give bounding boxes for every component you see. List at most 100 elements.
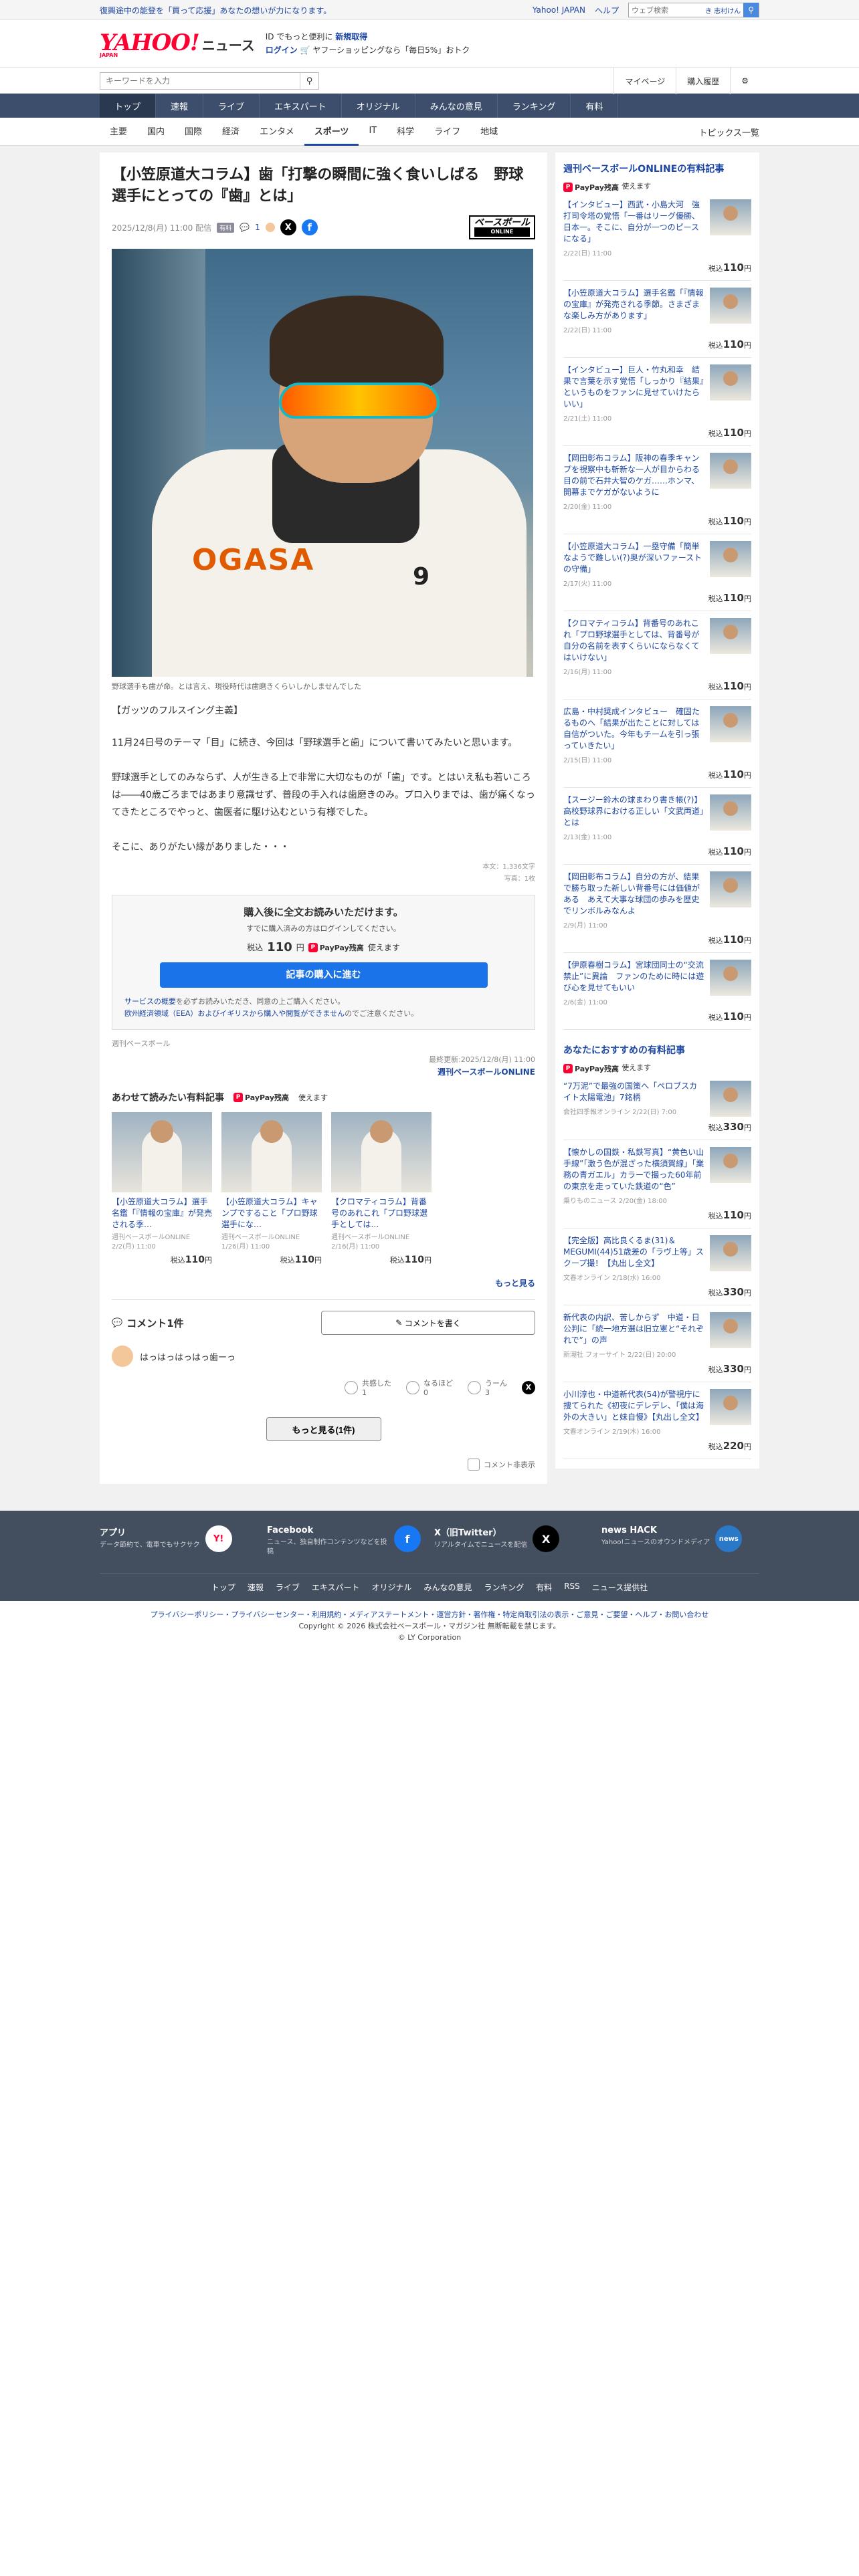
footer-nav-item[interactable]: 速報 [248, 1582, 264, 1593]
checkbox[interactable] [468, 1459, 480, 1471]
yahoo-news-logo[interactable]: YAHOO! JAPAN ニュース [100, 29, 255, 58]
tab-economy[interactable]: 経済 [212, 118, 250, 146]
related-article-card[interactable]: 【小笠原道大コラム】選手名鑑「『情報の宝庫』が発売される季… 週刊ベースボールO… [112, 1112, 212, 1265]
hide-comments-toggle[interactable]: コメント非表示 [112, 1459, 535, 1471]
tab-science[interactable]: 科学 [387, 118, 424, 146]
related-article-card[interactable]: 【小笠原道大コラム】キャンプですること「プロ野球選手にな… 週刊ベースボールON… [221, 1112, 322, 1265]
x-share-icon[interactable]: X [280, 219, 296, 235]
related-article-card[interactable]: 【クロマティコラム】背番号のあれこれ「プロ野球選手としては… 週刊ベースボールO… [331, 1112, 432, 1265]
sidebar-article[interactable]: 小川淳也・中道新代表(54)が警視庁に捜てられた《初夜にデレデレ、「僕は海外の大… [563, 1382, 751, 1459]
footer-nav-item[interactable]: オリジナル [372, 1582, 412, 1593]
sidebar-price: 税込330円 [563, 1363, 751, 1375]
tab-main[interactable]: 主要 [100, 118, 137, 146]
tab-it[interactable]: IT [359, 118, 387, 146]
reaction-empathy[interactable]: 共感した 1 [345, 1378, 391, 1397]
paypay-suffix: 使えます [298, 1093, 328, 1102]
footer-nav-item[interactable]: 有料 [536, 1582, 552, 1593]
sidebar-article[interactable]: 【岡田彰布コラム】阪神の春季キャンプを視察中も斬新な一人が目からわる目の前で石井… [563, 446, 751, 534]
signup-link[interactable]: 新規取得 [335, 32, 367, 41]
tab-world[interactable]: 国際 [175, 118, 212, 146]
price-value: 330 [723, 1286, 744, 1298]
sidebar-article[interactable]: 【懐かしの国鉄・私鉄写真】“黄色い山手線”「激う色が混ざった横須賀線」「業務の青… [563, 1140, 751, 1228]
sidebar-article[interactable]: 【伊原春樹コラム】宮球団同士の“交流禁止”に異論 ファンのために時には遊び心を見… [563, 953, 751, 1030]
footer-nav-item[interactable]: みんなの意見 [424, 1582, 472, 1593]
eea-restriction-link[interactable]: 欧州経済領域（EEA）およびイギリスから購入や閲覧ができません [124, 1009, 345, 1018]
gear-icon[interactable]: ⚙ [730, 68, 759, 94]
nav-paid[interactable]: 有料 [571, 94, 619, 118]
sidebar-article[interactable]: 【完全版】高比良くるま(31)＆MEGUMI(44)51歳差の「ラヴ上等」スクー… [563, 1228, 751, 1305]
footer-nav-item[interactable]: ライブ [276, 1582, 300, 1593]
sidebar-article[interactable]: 【インタビュー】巨人・竹丸和幸 結果で言葉を示す覚悟「しっかり『結果』というもの… [563, 358, 751, 446]
search-row: ⚲ マイページ 購入履歴 ⚙ [0, 67, 859, 94]
tab-local[interactable]: 地域 [470, 118, 508, 146]
promo-link[interactable]: 復興途中の能登を「買って応援」あなたの想いが力になります。 [100, 5, 331, 16]
footer-nav-item[interactable]: ランキング [484, 1582, 524, 1593]
search-icon[interactable]: ⚲ [300, 73, 318, 89]
publisher-logo[interactable]: ベースボール ONLINE [468, 215, 535, 239]
footer-nav-item[interactable]: ニュース提供社 [592, 1582, 648, 1593]
reaction-insight[interactable]: なるほど 0 [406, 1378, 453, 1397]
nav-live[interactable]: ライブ [203, 94, 260, 118]
facebook-share-icon[interactable]: f [301, 219, 318, 235]
sidebar-article[interactable]: 【小笠原道大コラム】一塁守備「簡単なようで難しい(?)奥が深いファーストの守備」… [563, 534, 751, 611]
sidebar-article[interactable]: 【スージー鈴木の球まわり書き帳(?)】高校野球界における正しい「文武両道」とは 2… [563, 788, 751, 865]
sidebar-article[interactable]: 広島・中村奨成インタビュー 確固たるものへ「結果が出たことに対しては自信がついた… [563, 700, 751, 788]
search-mode[interactable]: き 志村けん [702, 5, 743, 15]
nav-breaking[interactable]: 速報 [156, 94, 204, 118]
web-search-input[interactable] [629, 3, 702, 17]
footer-nav-item[interactable]: エキスパート [312, 1582, 360, 1593]
nav-top[interactable]: トップ [100, 94, 157, 118]
nav-ranking[interactable]: ランキング [498, 94, 571, 118]
topics-list-link[interactable]: トピックス一覧 [698, 126, 759, 138]
price-prefix: 税込 [708, 595, 723, 603]
purchase-history-link[interactable]: 購入履歴 [676, 68, 730, 94]
footer-nav-item[interactable]: RSS [564, 1582, 580, 1593]
footer-app-link[interactable]: アプリ データ節約で、電車でもサクサク Y! [100, 1525, 254, 1557]
purchase-button[interactable]: 記事の購入に進む [159, 962, 488, 988]
price-unit: 円 [744, 1442, 751, 1451]
service-overview-link[interactable]: サービスの概要 [124, 997, 176, 1006]
footer-nav-item[interactable]: トップ [211, 1582, 235, 1593]
sidebar-article[interactable]: 新代表の内訳、苦しからず 中道・日公判に「統一地方選は旧立憲と“それぞれで”」の… [563, 1305, 751, 1382]
reaction-hmm[interactable]: うーん 3 [468, 1378, 507, 1397]
related-meta: 週刊ベースボールONLINE 2/2(月) 11:00 [112, 1233, 212, 1252]
write-comment-button[interactable]: ✎ コメントを書く [321, 1311, 535, 1335]
footer-x-link[interactable]: X（旧Twitter） リアルタイムでニュースを配信 X [434, 1525, 588, 1557]
footer-nav: トップ 速報 ライブ エキスパート オリジナル みんなの意見 ランキング 有料 RSS ニュース提… [100, 1573, 759, 1593]
tab-entertainment[interactable]: エンタメ [250, 118, 304, 146]
tab-domestic[interactable]: 国内 [137, 118, 175, 146]
search-icon[interactable]: ⚲ [743, 3, 759, 17]
footer-facebook-link[interactable]: Facebook ニュース、独自制作コンテンツなどを投稿 f [267, 1525, 421, 1557]
x-share-icon[interactable]: X [522, 1378, 535, 1397]
tab-sports[interactable]: スポーツ [304, 118, 359, 146]
footer-newshack-link[interactable]: news HACK Yahoo!ニュースのオウンドメディア news [601, 1525, 755, 1557]
mypage-link[interactable]: マイページ [613, 68, 676, 94]
keyword-input[interactable] [100, 73, 300, 89]
comment-count[interactable]: 1 [255, 223, 260, 232]
shopping-link[interactable]: ヤフーショッピングなら「毎日5%」おトク [312, 45, 470, 55]
article-photo[interactable]: OGASA 9 [112, 249, 533, 677]
sidebar-article[interactable]: “7万泥”で最強の国策へ「ペロブスカイト太陽電池」7銘柄 会社四季報オンライン 2… [563, 1074, 751, 1140]
help-link[interactable]: ヘルプ [595, 5, 619, 16]
nav-original[interactable]: オリジナル [342, 94, 415, 118]
yahoo-japan-link[interactable]: Yahoo! JAPAN [533, 5, 585, 15]
login-link[interactable]: ログイン [266, 45, 298, 55]
more-comments-button[interactable]: もっと見る(1件) [266, 1417, 381, 1441]
legal-links[interactable]: プライバシーポリシー・プライバシーセンター・利用規約・メディアステートメント・運… [0, 1609, 859, 1620]
footer-app-desc: リアルタイムでニュースを配信 [434, 1541, 528, 1549]
footer-app-desc: ニュース、独自制作コンテンツなどを投稿 [267, 1539, 387, 1555]
paypay-icon: P [563, 183, 573, 192]
comment-icon[interactable]: 💬 [240, 223, 250, 232]
nav-expert[interactable]: エキスパート [260, 94, 342, 118]
sidebar-article[interactable]: 【クロマティコラム】背番号のあれこれ「プロ野球選手としては、背番号が自分の名前を… [563, 611, 751, 700]
tab-life[interactable]: ライフ [424, 118, 470, 146]
nav-opinions[interactable]: みんなの意見 [415, 94, 498, 118]
related-source: 週刊ベースボールONLINE [331, 1234, 410, 1241]
sidebar-article[interactable]: 【小笠原道大コラム】選手名鑑「『情報の宝庫』が発売される季節。さまざまな楽しみ方… [563, 281, 751, 358]
article-source: 週刊ベースボール [112, 1039, 171, 1048]
sidebar-article[interactable]: 【インタビュー】西武・小島大河 強打司令塔の覚悟「一番はリーグ優勝、日本一。そこ… [563, 193, 751, 281]
sidebar-article[interactable]: 【岡田彰布コラム】自分の方が、結果で勝ち取った新しい背番号には価値がある あえて… [563, 865, 751, 953]
related-more-link[interactable]: もっと見る [112, 1277, 535, 1289]
publisher-link[interactable]: 週刊ベースボールONLINE [112, 1066, 535, 1077]
photo-caption: 野球選手も歯が命。とは言え、現役時代は歯磨きくらいしかしませんでした [112, 682, 362, 691]
